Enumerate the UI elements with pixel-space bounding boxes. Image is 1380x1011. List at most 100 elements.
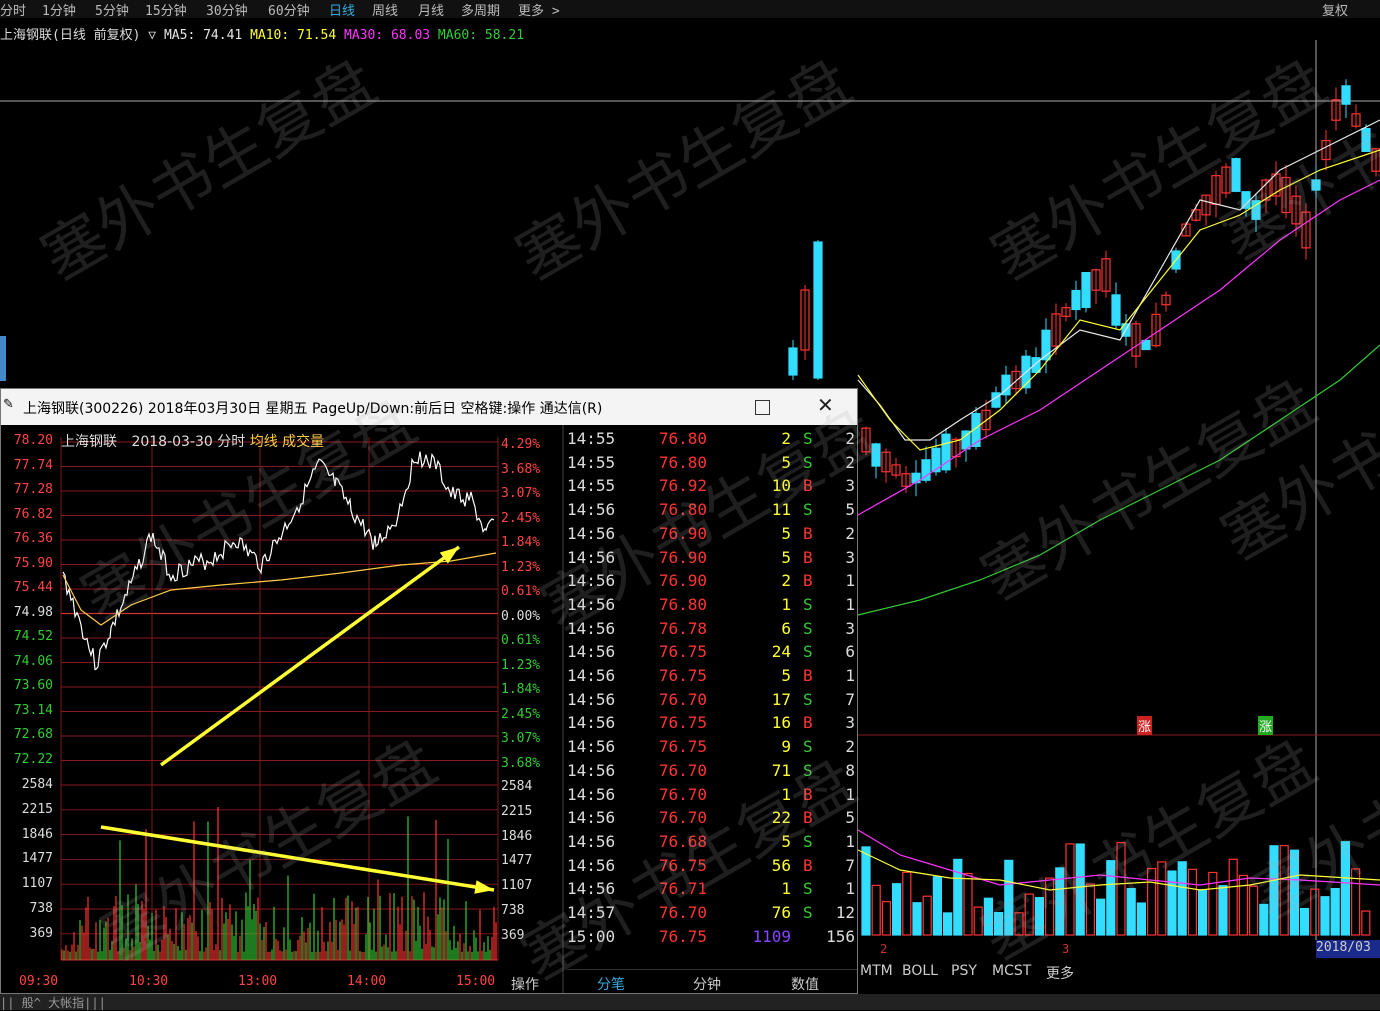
indicator-tab-more[interactable]: 更多 [1046,963,1074,983]
tick-count: 1 [845,666,855,685]
tick-row[interactable]: 14:56 76.90 2 B 1 [567,571,857,595]
tick-row[interactable]: 14:56 76.90 5 B 2 [567,524,857,548]
tick-volume: 2 [781,429,791,448]
time-label: 15:00 [456,974,496,989]
tab-period-30min[interactable]: 30分钟 [206,0,248,19]
volume-bar [942,912,953,936]
maximize-icon[interactable] [755,400,770,415]
volume-bar [902,871,912,936]
tick-row[interactable]: 14:56 76.75 9 S 2 [567,737,857,761]
tab-period-multi[interactable]: 多周期 [461,0,500,19]
indicator-tab-psy[interactable]: PSY [951,963,977,979]
tab-fenzhong[interactable]: 分钟 [693,974,721,994]
tab-shuzhi[interactable]: 数值 [791,974,819,994]
tick-row[interactable]: 14:57 76.70 76 S 12 [567,903,857,927]
tick-count: 7 [845,689,855,709]
tick-volume: 17 [771,689,791,709]
popup-title: 上海钢联(300226) 2018年03月30日 星期五 PageUp/Down… [23,401,603,417]
tick-count: 12 [835,903,855,922]
tab-period-more[interactable]: 更多 > [518,0,560,19]
price-label: 73.14 [13,702,53,718]
tick-count: 1 [845,594,855,614]
candle-body [1031,357,1041,373]
tick-row[interactable]: 14:56 76.70 71 S 8 [567,761,857,785]
tick-price: 76.75 [658,737,707,757]
percent-label: 2.45% [501,510,541,526]
volume-label: 738 [501,903,525,918]
tick-time: 14:56 [567,855,616,875]
tick-price: 76.75 [658,666,707,685]
tick-row[interactable]: 14:56 76.75 16 B 3 [567,713,857,737]
tab-period-fenshi[interactable]: 分时 [0,0,26,19]
tab-fenbi[interactable]: 分笔 [597,974,625,994]
indicator-tab-mcst[interactable]: MCST [992,963,1031,979]
volume-bar [1085,883,1096,936]
tick-volume: 11 [771,500,791,520]
candle-body [991,392,1001,408]
volume-bar [1004,859,1014,936]
price-label: 75.90 [13,555,53,571]
tick-row[interactable]: 14:56 76.80 1 S 1 [567,595,857,619]
tick-row[interactable]: 14:56 76.80 11 S 5 [567,500,857,524]
tick-volume: 5 [781,831,791,851]
tick-time: 14:56 [567,713,616,733]
adjust-label[interactable]: 复权 [1322,0,1348,19]
tick-count: 2 [845,523,855,543]
tick-price: 76.80 [658,429,707,448]
tick-row[interactable]: 14:55 76.92 10 B 3 [567,476,857,500]
tick-time: 14:56 [567,547,616,567]
close-icon[interactable]: ✕ [817,393,834,417]
tick-row[interactable]: 14:56 76.75 24 S 6 [567,642,857,666]
tick-count: 7 [845,855,855,875]
tick-row[interactable]: 14:56 76.78 6 S 3 [567,619,857,643]
volume-bar [1065,843,1075,936]
tab-period-daily[interactable]: 日线 [329,0,355,19]
intraday-popup-window[interactable]: ✎ 上海钢联(300226) 2018年03月30日 星期五 PageUp/Do… [0,388,858,994]
volume-bar [922,895,932,936]
tick-row[interactable]: 14:55 76.80 5 S 2 [567,453,857,477]
price-label: 73.60 [13,678,53,693]
tick-row[interactable]: 14:55 76.80 2 S 2 [567,429,857,453]
tab-period-5min[interactable]: 5分钟 [95,0,129,19]
tick-count: 8 [845,760,855,780]
tick-price: 76.70 [658,808,707,828]
tick-time: 14:56 [567,737,616,757]
tab-period-60min[interactable]: 60分钟 [268,0,310,19]
tick-row[interactable]: 14:56 76.71 1 S 1 [567,879,857,903]
tick-row[interactable]: 14:56 76.70 22 B 5 [567,808,857,832]
popup-title-bar[interactable]: ✎ 上海钢联(300226) 2018年03月30日 星期五 PageUp/Do… [1,389,857,425]
candle-body [1071,289,1081,311]
intraday-header: 上海钢联 2018-03-30 分时 均线 成交量 [61,431,324,451]
tick-time: 14:57 [567,903,616,922]
tick-row[interactable]: 15:00 76.75 1109 156 [567,927,857,951]
price-label: 72.68 [13,727,53,742]
tick-row[interactable]: 14:56 76.70 17 S 7 [567,690,857,714]
tick-row[interactable]: 14:56 76.75 56 B 7 [567,856,857,880]
tab-period-1min[interactable]: 1分钟 [42,0,76,19]
price-label: 75.44 [13,580,53,595]
axis-digit-3: 3 [1062,942,1070,956]
operate-button[interactable]: 操作 [511,974,539,994]
tick-row[interactable]: 14:56 76.68 5 S 1 [567,832,857,856]
tick-time: 14:56 [567,879,616,899]
indicator-tab-boll[interactable]: BOLL [902,963,938,979]
indicator-tab-mtm[interactable]: MTM [860,963,893,979]
tab-period-15min[interactable]: 15分钟 [145,0,187,19]
tab-period-weekly[interactable]: 周线 [372,0,398,19]
tab-period-monthly[interactable]: 月线 [418,0,444,19]
tick-row[interactable]: 14:56 76.75 5 B 1 [567,666,857,690]
volume-bar [1044,877,1055,936]
volume-bar [973,906,983,936]
tick-time: 14:56 [567,523,616,543]
left-edge-marker [0,336,6,381]
candle-body [1341,85,1351,105]
volume-bar [932,876,943,936]
tick-price: 76.80 [658,452,707,472]
volume-label: 1477 [501,853,533,869]
volume-bar [912,902,922,936]
tick-row[interactable]: 14:56 76.70 1 B 1 [567,785,857,809]
intraday-stock-name: 上海钢联 [61,434,117,450]
time-label: 13:00 [238,974,278,989]
tick-buy-sell: B [803,855,813,875]
tick-row[interactable]: 14:56 76.90 5 B 3 [567,548,857,572]
